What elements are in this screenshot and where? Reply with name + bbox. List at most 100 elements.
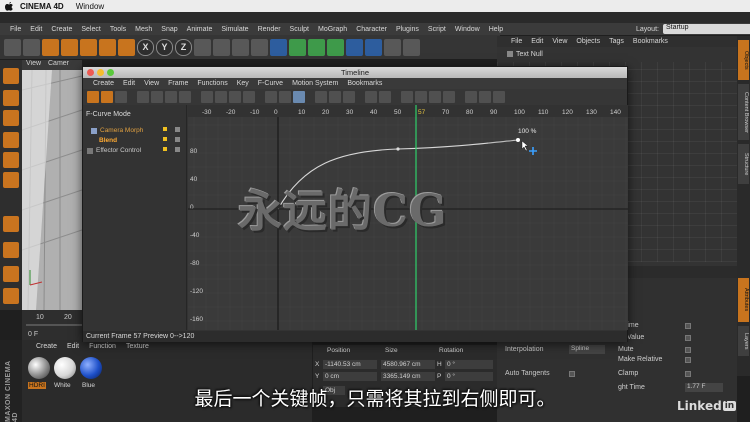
axis-icon[interactable] bbox=[3, 216, 19, 232]
x-axis-toggle[interactable]: X bbox=[137, 38, 154, 56]
coord-system-icon[interactable] bbox=[194, 38, 211, 56]
render-view-icon[interactable] bbox=[213, 38, 230, 56]
om-objects-menu[interactable]: Objects bbox=[576, 38, 600, 45]
tl-menu-frame[interactable]: Frame bbox=[168, 80, 188, 87]
ease-out-icon[interactable] bbox=[329, 91, 341, 103]
fcurve-mode-icon[interactable] bbox=[101, 91, 113, 103]
close-icon[interactable] bbox=[87, 69, 94, 76]
camera-icon[interactable] bbox=[384, 38, 401, 56]
menu-tools[interactable]: Tools bbox=[110, 26, 126, 33]
om-file-menu[interactable]: File bbox=[511, 38, 522, 45]
material-create-menu[interactable]: Create bbox=[36, 343, 57, 350]
loop-icon[interactable] bbox=[415, 91, 427, 103]
tab-content-browser[interactable]: Content Browser bbox=[738, 84, 749, 140]
tab-structure[interactable]: Structure bbox=[738, 144, 749, 184]
tl-menu-key[interactable]: Key bbox=[237, 80, 249, 87]
record-key-icon[interactable] bbox=[229, 91, 241, 103]
checker-icon[interactable] bbox=[3, 110, 19, 126]
menu-sculpt[interactable]: Sculpt bbox=[290, 26, 309, 33]
size-y-field[interactable]: 3365.149 cm bbox=[381, 372, 435, 381]
menu-simulate[interactable]: Simulate bbox=[221, 26, 248, 33]
current-frame-field[interactable]: 0 F bbox=[28, 331, 38, 338]
material-white[interactable] bbox=[54, 357, 76, 379]
z-axis-toggle[interactable]: Z bbox=[175, 38, 192, 56]
menu-render[interactable]: Render bbox=[258, 26, 281, 33]
material-hdri[interactable] bbox=[28, 357, 50, 379]
size-x-field[interactable]: 4580.967 cm bbox=[381, 360, 435, 369]
material-blue[interactable] bbox=[80, 357, 102, 379]
y-axis-toggle[interactable]: Y bbox=[156, 38, 173, 56]
object-row[interactable]: Text Null bbox=[497, 49, 737, 59]
move-icon[interactable] bbox=[61, 38, 78, 56]
position-x-field[interactable]: -1140.53 cm bbox=[323, 360, 377, 369]
tangent-handle[interactable] bbox=[487, 139, 519, 144]
track-toggles[interactable] bbox=[175, 127, 180, 155]
menu-mograph[interactable]: MoGraph bbox=[318, 26, 347, 33]
zoom-icon[interactable] bbox=[479, 91, 491, 103]
tl-menu-motion-system[interactable]: Motion System bbox=[292, 80, 338, 87]
tl-menu-view[interactable]: View bbox=[144, 80, 159, 87]
menu-create[interactable]: Create bbox=[51, 26, 72, 33]
app-menu[interactable]: CINEMA 4D bbox=[20, 2, 64, 11]
menu-character[interactable]: Character bbox=[356, 26, 387, 33]
tab-attributes[interactable]: Attributes bbox=[738, 278, 749, 322]
step-key-icon[interactable] bbox=[279, 91, 291, 103]
model-mode-icon[interactable] bbox=[3, 68, 19, 84]
window-menu[interactable]: Window bbox=[76, 2, 104, 11]
interpolation-dropdown[interactable]: Spline bbox=[569, 345, 605, 354]
attr-make-relative-check[interactable] bbox=[685, 357, 691, 363]
menu-file[interactable]: File bbox=[10, 26, 21, 33]
auto-tangents-check[interactable] bbox=[569, 371, 575, 377]
tl-menu-fcurve[interactable]: F-Curve bbox=[258, 80, 283, 87]
menu-script[interactable]: Script bbox=[428, 26, 446, 33]
rotation-p-field[interactable]: 0 ° bbox=[445, 372, 493, 381]
play-icon[interactable] bbox=[401, 91, 413, 103]
show-tracks-icon[interactable] bbox=[165, 91, 177, 103]
tl-menu-functions[interactable]: Functions bbox=[197, 80, 227, 87]
edges-mode-icon[interactable] bbox=[3, 152, 19, 168]
render-picture-viewer-icon[interactable] bbox=[232, 38, 249, 56]
rotation-h-field[interactable]: 0 ° bbox=[445, 360, 493, 369]
lock-tangents-icon[interactable] bbox=[379, 91, 391, 103]
attr-key-time-check[interactable] bbox=[685, 323, 691, 329]
viewport-cameras-menu[interactable]: Camer bbox=[48, 60, 69, 67]
array-icon[interactable] bbox=[327, 38, 344, 56]
scene-icon[interactable] bbox=[365, 38, 382, 56]
recent-tool-icon[interactable] bbox=[118, 38, 135, 56]
rotate-icon[interactable] bbox=[99, 38, 116, 56]
nurbs-icon[interactable] bbox=[308, 38, 325, 56]
viewport[interactable]: View Camer bbox=[22, 60, 82, 310]
zoom-icon[interactable] bbox=[107, 69, 114, 76]
attr-mute-check[interactable] bbox=[685, 347, 691, 353]
menu-animate[interactable]: Animate bbox=[187, 26, 213, 33]
frame-selected-icon[interactable] bbox=[215, 91, 227, 103]
minimize-icon[interactable] bbox=[97, 69, 104, 76]
texture-mode-icon[interactable] bbox=[3, 90, 19, 106]
tab-objects[interactable]: Objects bbox=[738, 40, 749, 80]
undo-icon[interactable] bbox=[4, 38, 21, 56]
anim-slider[interactable] bbox=[26, 324, 84, 326]
polygons-mode-icon[interactable] bbox=[3, 172, 19, 188]
menu-mesh[interactable]: Mesh bbox=[135, 26, 152, 33]
menu-edit[interactable]: Edit bbox=[30, 26, 42, 33]
linear-key-icon[interactable] bbox=[265, 91, 277, 103]
cube-icon[interactable] bbox=[270, 38, 287, 56]
apple-icon[interactable] bbox=[4, 1, 14, 11]
material-texture-menu[interactable]: Texture bbox=[126, 343, 149, 350]
ease-in-icon[interactable] bbox=[315, 91, 327, 103]
summary-icon[interactable] bbox=[137, 91, 149, 103]
material-function-menu[interactable]: Function bbox=[89, 343, 116, 350]
om-bookmarks-menu[interactable]: Bookmarks bbox=[633, 38, 668, 45]
redo-icon[interactable] bbox=[23, 38, 40, 56]
points-mode-icon[interactable] bbox=[3, 132, 19, 148]
layout-dropdown[interactable]: Startup bbox=[662, 24, 750, 34]
tl-menu-create[interactable]: Create bbox=[93, 80, 114, 87]
ease-ease-icon[interactable] bbox=[343, 91, 355, 103]
snap-keys-icon[interactable] bbox=[243, 91, 255, 103]
select-arrow-icon[interactable] bbox=[42, 38, 59, 56]
om-tags-menu[interactable]: Tags bbox=[609, 38, 624, 45]
preview-range-icon[interactable] bbox=[465, 91, 477, 103]
menu-select[interactable]: Select bbox=[81, 26, 100, 33]
track-blend[interactable]: Blend bbox=[99, 137, 117, 144]
workplane-icon[interactable] bbox=[3, 266, 19, 282]
